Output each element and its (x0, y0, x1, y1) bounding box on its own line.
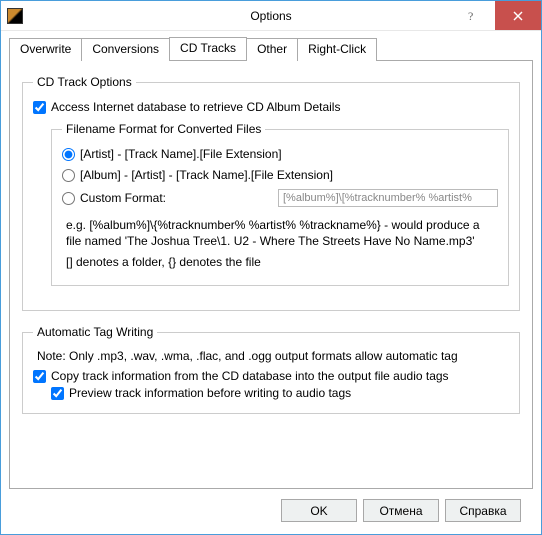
filename-format-group: Filename Format for Converted Files [Art… (51, 122, 509, 286)
auto-tag-group: Automatic Tag Writing Note: Only .mp3, .… (22, 325, 520, 414)
fmt2-row: [Album] - [Artist] - [Track Name].[File … (62, 168, 498, 182)
filename-format-legend: Filename Format for Converted Files (62, 122, 265, 136)
access-db-checkbox[interactable] (33, 101, 46, 114)
titlebar: Options ? (1, 1, 541, 31)
copy-tags-label: Copy track information from the CD datab… (51, 369, 449, 383)
fmt-custom-radio[interactable] (62, 192, 75, 205)
ok-button[interactable]: OK (281, 499, 357, 522)
window-buttons: ? (449, 1, 541, 30)
help-dialog-button[interactable]: Справка (445, 499, 521, 522)
fmt-custom-label: Custom Format: (80, 191, 166, 205)
cd-track-options-legend: CD Track Options (33, 75, 136, 89)
cd-track-options-group: CD Track Options Access Internet databas… (22, 75, 520, 311)
tab-rightclick[interactable]: Right-Click (297, 38, 377, 61)
svg-text:?: ? (468, 10, 473, 22)
preview-tags-checkbox[interactable] (51, 387, 64, 400)
preview-tags-row: Preview track information before writing… (51, 386, 509, 400)
access-db-row: Access Internet database to retrieve CD … (33, 100, 509, 114)
custom-format-input[interactable] (278, 189, 498, 207)
auto-tag-legend: Automatic Tag Writing (33, 325, 157, 339)
tabstrip: Overwrite Conversions CD Tracks Other Ri… (9, 37, 533, 60)
auto-tag-note: Note: Only .mp3, .wav, .wma, .flac, and … (37, 349, 505, 363)
tab-conversions[interactable]: Conversions (81, 38, 170, 61)
options-window: Options ? Overwrite Conversions CD Track… (0, 0, 542, 535)
fmt1-label: [Artist] - [Track Name].[File Extension] (80, 147, 282, 161)
close-button[interactable] (495, 1, 541, 30)
window-title: Options (250, 9, 291, 23)
dialog-footer: OK Отмена Справка (9, 489, 533, 534)
tab-other[interactable]: Other (246, 38, 298, 61)
tab-overwrite[interactable]: Overwrite (9, 38, 82, 61)
cancel-button[interactable]: Отмена (363, 499, 439, 522)
copy-tags-checkbox[interactable] (33, 370, 46, 383)
preview-tags-label: Preview track information before writing… (69, 386, 351, 400)
example-text: e.g. [%album%]\{%tracknumber% %artist% %… (66, 217, 494, 249)
client-area: Overwrite Conversions CD Tracks Other Ri… (1, 31, 541, 534)
tab-cdtracks[interactable]: CD Tracks (169, 37, 247, 60)
fmt1-row: [Artist] - [Track Name].[File Extension] (62, 147, 498, 161)
fmt2-label: [Album] - [Artist] - [Track Name].[File … (80, 168, 333, 182)
app-icon (7, 8, 23, 24)
help-button[interactable]: ? (449, 1, 495, 30)
tabpage-cdtracks: CD Track Options Access Internet databas… (9, 60, 533, 489)
fmt2-radio[interactable] (62, 169, 75, 182)
fmt1-radio[interactable] (62, 148, 75, 161)
access-db-label: Access Internet database to retrieve CD … (51, 100, 340, 114)
denotes-text: [] denotes a folder, {} denotes the file (66, 255, 494, 269)
copy-tags-row: Copy track information from the CD datab… (33, 369, 509, 383)
fmt-custom-row: Custom Format: (62, 189, 498, 207)
